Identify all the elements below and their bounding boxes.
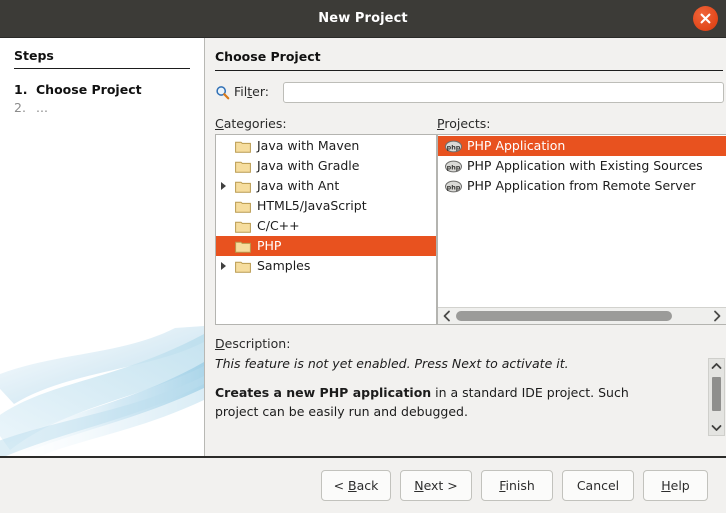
category-row[interactable]: C/C++ [216, 216, 436, 236]
project-row[interactable]: php PHP Application from Remote Server [438, 176, 726, 196]
search-icon [215, 85, 230, 100]
step-item-2: 2.... [14, 100, 48, 115]
step-number: 2. [14, 100, 26, 115]
scrollbar-thumb[interactable] [712, 377, 721, 411]
description-vertical-scrollbar[interactable] [708, 358, 725, 436]
folder-icon [235, 239, 251, 253]
back-button[interactable]: < Back [321, 470, 391, 501]
folder-icon [235, 199, 251, 213]
chevron-down-icon[interactable] [709, 421, 724, 435]
window-title: New Project [318, 11, 408, 26]
title-bar: New Project [0, 0, 726, 38]
filter-input[interactable] [283, 82, 724, 103]
project-row[interactable]: php PHP Application with Existing Sources [438, 156, 726, 176]
php-icon: php [445, 139, 462, 153]
description-line-2: Creates a new PHP application in a stand… [215, 385, 629, 400]
project-label: PHP Application with Existing Sources [467, 158, 703, 173]
steps-panel: Steps 1. Choose Project 2.... [0, 38, 205, 456]
step-number: 1. [14, 82, 28, 97]
steps-heading: Steps [14, 48, 54, 63]
folder-icon [235, 159, 251, 173]
close-icon[interactable] [693, 6, 718, 31]
project-label: PHP Application from Remote Server [467, 178, 696, 193]
category-row[interactable]: Java with Maven [216, 136, 436, 156]
decorative-swoosh-graphic [0, 326, 204, 456]
projects-horizontal-scrollbar[interactable] [438, 307, 726, 324]
description-line-3: project can be easily run and debugged. [215, 404, 468, 419]
chevron-up-icon[interactable] [709, 359, 724, 373]
category-label: HTML5/JavaScript [257, 198, 367, 213]
php-icon: php [445, 179, 462, 193]
folder-icon [235, 139, 251, 153]
svg-text:php: php [447, 143, 461, 151]
svg-text:php: php [447, 183, 461, 191]
category-label: Samples [257, 258, 311, 273]
step-label: Choose Project [36, 82, 142, 97]
steps-divider [14, 68, 190, 69]
finish-button[interactable]: Finish [481, 470, 553, 501]
category-label: PHP [257, 238, 282, 253]
page-title-divider [215, 70, 723, 71]
category-label: Java with Maven [257, 138, 360, 153]
chevron-right-icon[interactable] [709, 308, 725, 324]
php-icon: php [445, 159, 462, 173]
categories-label: Categories: [215, 116, 287, 131]
description-line-1: This feature is not yet enabled. Press N… [215, 356, 569, 371]
button-bar: < Back Next > Finish Cancel Help [0, 458, 726, 513]
filter-label: Filter: [234, 84, 269, 99]
folder-icon [235, 259, 251, 273]
scrollbar-thumb[interactable] [456, 311, 672, 321]
folder-icon [235, 179, 251, 193]
page-title: Choose Project [215, 49, 321, 64]
folder-icon [235, 219, 251, 233]
choose-project-panel: Choose Project Filter: Categories: Java … [206, 38, 726, 456]
category-label: Java with Gradle [257, 158, 360, 173]
svg-text:php: php [447, 163, 461, 171]
project-row[interactable]: php PHP Application [438, 136, 726, 156]
new-project-dialog: New Project Steps 1. Choose Project 2.... [0, 0, 726, 513]
projects-label: Projects: [437, 116, 491, 131]
cancel-button[interactable]: Cancel [562, 470, 634, 501]
step-label: ... [36, 100, 48, 115]
expand-triangle-icon[interactable] [221, 262, 226, 270]
step-item-1: 1. Choose Project [14, 82, 142, 97]
help-button[interactable]: Help [643, 470, 708, 501]
category-label: C/C++ [257, 218, 300, 233]
categories-list[interactable]: Java with Maven Java with Gradle Java with… [215, 134, 437, 325]
chevron-left-icon[interactable] [439, 308, 455, 324]
description-text: This feature is not yet enabled. Press N… [215, 354, 693, 421]
description-box: This feature is not yet enabled. Press N… [215, 354, 726, 439]
category-row[interactable]: HTML5/JavaScript [216, 196, 436, 216]
projects-list[interactable]: php PHP Application php PHP Application wit… [437, 134, 726, 325]
scrollbar-track[interactable] [456, 311, 707, 321]
project-label: PHP Application [467, 138, 566, 153]
next-button[interactable]: Next > [400, 470, 472, 501]
description-label: Description: [215, 336, 291, 351]
expand-triangle-icon[interactable] [221, 182, 226, 190]
category-row[interactable]: Samples [216, 256, 436, 276]
category-row[interactable]: Java with Ant [216, 176, 436, 196]
category-label: Java with Ant [257, 178, 340, 193]
category-row[interactable]: Java with Gradle [216, 156, 436, 176]
category-row[interactable]: PHP [216, 236, 436, 256]
